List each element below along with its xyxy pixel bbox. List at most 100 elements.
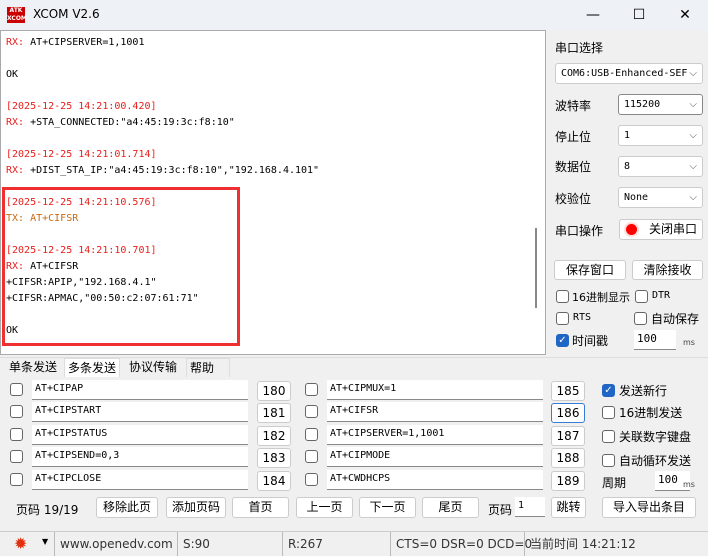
title-bar: ATK XCOM XCOM V2.6 — ☐ ✕: [0, 0, 708, 30]
send-item-button[interactable]: 185: [551, 381, 585, 401]
hex-send-checkbox[interactable]: [602, 406, 615, 419]
auto-loop-checkbox[interactable]: [602, 454, 615, 467]
window-title: XCOM V2.6: [33, 7, 100, 21]
baud-value: 115200: [624, 99, 661, 110]
command-input[interactable]: AT+CIPAP: [32, 380, 248, 400]
import-export-button[interactable]: 导入导出条目: [602, 497, 696, 518]
chevron-down-icon: ⌵: [689, 192, 697, 203]
stop-select[interactable]: 1 ⌵: [618, 125, 703, 146]
item-checkbox[interactable]: [10, 405, 23, 418]
close-button[interactable]: ✕: [662, 0, 708, 30]
auto-save-checkbox[interactable]: [634, 312, 647, 325]
item-checkbox[interactable]: [305, 473, 318, 486]
app-logo: ATK XCOM: [7, 7, 27, 23]
log-line: [2025-12-25 14:21:01.714]: [6, 149, 157, 160]
send-item-button[interactable]: 184: [257, 471, 291, 491]
item-checkbox[interactable]: [10, 473, 23, 486]
dtr-checkbox[interactable]: [635, 290, 648, 303]
command-input[interactable]: AT+CIPSERVER=1,1001: [327, 425, 543, 445]
clear-receive-button[interactable]: 清除接收: [632, 260, 703, 280]
line-status: CTS=0 DSR=0 DCD=0: [390, 532, 532, 556]
highlight-box: [2, 187, 240, 346]
send-item-button[interactable]: 187: [551, 426, 585, 446]
add-page-button[interactable]: 添加页码: [166, 497, 226, 518]
maximize-button[interactable]: ☐: [616, 0, 662, 30]
chevron-down-icon: ⌵: [689, 161, 697, 172]
goto-input[interactable]: 1: [515, 497, 545, 517]
settings-gear-icon[interactable]: ✹: [14, 534, 27, 553]
remove-page-button[interactable]: 移除此页: [96, 497, 158, 518]
tab-single-send[interactable]: 单条发送: [6, 358, 60, 377]
timestamp-ms: ms: [683, 338, 695, 347]
parity-select[interactable]: None ⌵: [618, 187, 703, 208]
send-item-button[interactable]: 183: [257, 448, 291, 468]
tab-multi-send[interactable]: 多条发送: [64, 358, 121, 377]
item-checkbox[interactable]: [305, 405, 318, 418]
command-input[interactable]: AT+CIFSR: [327, 402, 543, 422]
save-window-button[interactable]: 保存窗口: [554, 260, 626, 280]
log-line: RX: +STA_CONNECTED:"a4:45:19:3c:f8:10": [6, 115, 235, 131]
stop-value: 1: [624, 130, 631, 141]
item-checkbox[interactable]: [305, 428, 318, 441]
numpad-label: 关联数字键盘: [619, 430, 692, 444]
rts-label: RTS: [573, 312, 592, 323]
send-newline-checkbox[interactable]: ✓: [602, 384, 615, 397]
hex-display-checkbox[interactable]: [556, 290, 569, 303]
dropdown-arrow-icon[interactable]: ▼: [42, 537, 48, 546]
command-input[interactable]: AT+CIPCLOSE: [32, 470, 248, 490]
jump-button[interactable]: 跳转: [551, 497, 586, 518]
next-page-button[interactable]: 下一页: [359, 497, 416, 518]
log-line: RX: AT+CIPSERVER=1,1001: [6, 35, 144, 51]
last-page-button[interactable]: 尾页: [422, 497, 479, 518]
parity-value: None: [624, 192, 649, 203]
item-checkbox[interactable]: [305, 383, 318, 396]
item-checkbox[interactable]: [10, 428, 23, 441]
log-scrollbar[interactable]: [535, 228, 537, 308]
item-checkbox[interactable]: [305, 450, 318, 463]
log-prefix: RX:: [6, 37, 25, 48]
log-content: +DIST_STA_IP:"a4:45:19:3c:f8:10","192.16…: [24, 165, 320, 176]
tab-protocol[interactable]: 协议传输: [126, 358, 180, 377]
item-checkbox[interactable]: [10, 383, 23, 396]
command-input[interactable]: AT+CWDHCPS: [327, 470, 543, 490]
data-select[interactable]: 8 ⌵: [618, 156, 703, 177]
command-input[interactable]: AT+CIPMUX=1: [327, 380, 543, 400]
log-prefix: RX:: [6, 165, 25, 176]
op-label: 串口操作: [555, 224, 604, 238]
hex-display-label: 16进制显示: [572, 291, 630, 304]
first-page-button[interactable]: 首页: [232, 497, 289, 518]
item-checkbox[interactable]: [10, 450, 23, 463]
port-label: 串口选择: [555, 41, 604, 55]
dtr-label: DTR: [652, 290, 671, 301]
port-select[interactable]: COM6:USB-Enhanced-SEF ⌵: [555, 63, 703, 84]
send-item-button[interactable]: 189: [551, 471, 585, 491]
send-item-button[interactable]: 181: [257, 403, 291, 423]
send-item-button[interactable]: 182: [257, 426, 291, 446]
close-port-button[interactable]: 关闭串口: [619, 219, 703, 240]
log-line: OK: [6, 69, 19, 80]
timestamp-input[interactable]: 100: [634, 330, 676, 350]
current-time: 当前时间 14:21:12: [524, 532, 636, 556]
website-link[interactable]: www.openedv.com: [54, 532, 173, 556]
data-value: 8: [624, 161, 631, 172]
command-input[interactable]: AT+CIPSEND=0,3: [32, 447, 248, 467]
command-input[interactable]: AT+CIPMODE: [327, 447, 543, 467]
command-input[interactable]: AT+CIPSTART: [32, 402, 248, 422]
numpad-checkbox[interactable]: [602, 430, 615, 443]
log-line: RX: +DIST_STA_IP:"a4:45:19:3c:f8:10","19…: [6, 163, 319, 179]
send-item-button[interactable]: 180: [257, 381, 291, 401]
port-value: COM6:USB-Enhanced-SEF: [561, 68, 688, 79]
command-input[interactable]: AT+CIPSTATUS: [32, 425, 248, 445]
minimize-button[interactable]: —: [570, 0, 616, 30]
auto-save-label: 自动保存: [651, 312, 700, 326]
send-item-button[interactable]: 186: [551, 403, 585, 423]
tab-help[interactable]: 帮助: [186, 358, 230, 377]
parity-label: 校验位: [555, 192, 592, 206]
baud-select[interactable]: 115200 ⌵: [618, 94, 703, 115]
prev-page-button[interactable]: 上一页: [296, 497, 353, 518]
timestamp-label: 时间戳: [572, 334, 609, 348]
rts-checkbox[interactable]: [556, 312, 569, 325]
close-port-label: 关闭串口: [648, 222, 697, 236]
timestamp-checkbox[interactable]: ✓: [556, 334, 569, 347]
send-item-button[interactable]: 188: [551, 448, 585, 468]
